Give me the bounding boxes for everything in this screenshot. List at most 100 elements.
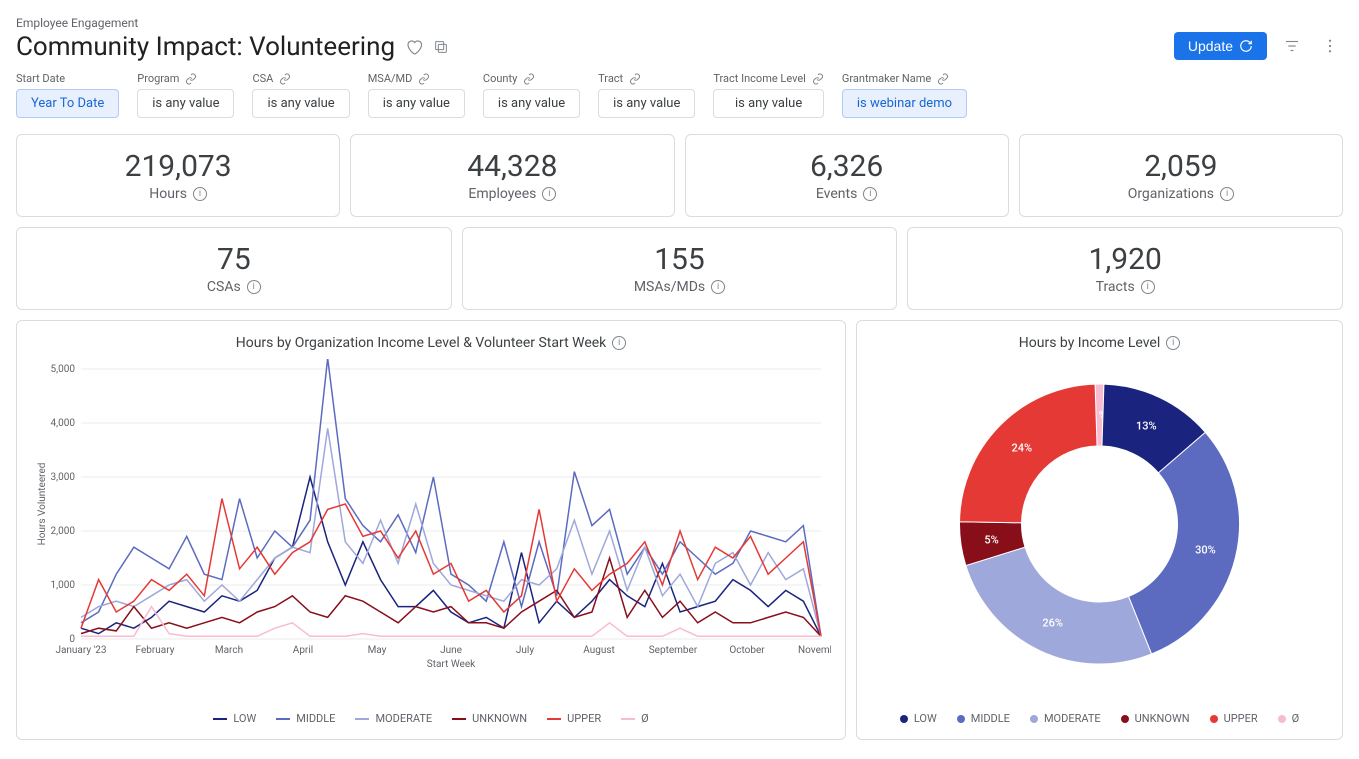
- filter-chip[interactable]: is any value: [137, 89, 234, 118]
- filter-group: Countyis any value: [483, 72, 580, 118]
- kpi-label: Events: [816, 186, 857, 202]
- kpi-card: 219,073 Hoursi: [16, 134, 340, 217]
- kpi-card: 1,920Tractsi: [907, 227, 1343, 310]
- legend-item[interactable]: Ø: [1278, 712, 1300, 725]
- link-icon[interactable]: [523, 73, 535, 85]
- legend-item[interactable]: MODERATE: [355, 712, 432, 725]
- link-icon[interactable]: [418, 73, 430, 85]
- filter-label: Start Date: [16, 72, 65, 85]
- line-chart-title: Hours by Organization Income Level & Vol…: [236, 335, 607, 351]
- filter-group: CSAis any value: [252, 72, 349, 118]
- svg-text:2,000: 2,000: [51, 526, 76, 537]
- page-title: Community Impact: Volunteering: [16, 32, 395, 62]
- kpi-value: 75: [27, 242, 441, 277]
- more-icon[interactable]: [1317, 33, 1343, 59]
- legend-item[interactable]: UPPER: [1210, 712, 1258, 725]
- filter-group: Tract Income Level is any value: [713, 72, 824, 118]
- svg-text:30%: 30%: [1195, 544, 1216, 557]
- copy-icon[interactable]: [433, 39, 449, 55]
- kpi-card: 75CSAsi: [16, 227, 452, 310]
- filter-chip[interactable]: is any value: [252, 89, 349, 118]
- info-icon[interactable]: i: [863, 187, 877, 201]
- svg-text:Hours Volunteered: Hours Volunteered: [37, 463, 48, 546]
- svg-text:13%: 13%: [1136, 420, 1157, 433]
- info-icon[interactable]: i: [1166, 336, 1180, 350]
- svg-text:March: March: [215, 645, 243, 656]
- svg-text:26%: 26%: [1042, 616, 1063, 629]
- svg-text:August: August: [583, 645, 615, 656]
- svg-text:3,000: 3,000: [51, 472, 76, 483]
- kpi-value: 44,328: [361, 149, 663, 184]
- filter-chip[interactable]: is any value: [713, 89, 824, 118]
- info-icon[interactable]: i: [247, 280, 261, 294]
- info-icon[interactable]: i: [1141, 280, 1155, 294]
- svg-text:February: February: [136, 645, 175, 656]
- donut-chart-card: Hours by Income Level i 1%13%30%26%5%24%…: [856, 320, 1343, 740]
- link-icon[interactable]: [812, 73, 824, 85]
- kpi-label: Organizations: [1128, 186, 1214, 202]
- info-icon[interactable]: i: [542, 187, 556, 201]
- filter-group: Start Date Year To Date: [16, 72, 119, 118]
- kpi-label: Employees: [468, 186, 536, 202]
- svg-text:0: 0: [69, 634, 75, 645]
- link-icon[interactable]: [279, 73, 291, 85]
- filter-label: MSA/MD: [368, 72, 413, 85]
- legend-item[interactable]: UPPER: [547, 712, 601, 725]
- kpi-label: Hours: [149, 186, 187, 202]
- kpi-value: 2,059: [1030, 149, 1332, 184]
- svg-text:24%: 24%: [1012, 442, 1033, 455]
- filter-group: MSA/MD is any value: [368, 72, 465, 118]
- link-icon[interactable]: [937, 73, 949, 85]
- svg-text:January '23: January '23: [55, 645, 106, 656]
- legend-item[interactable]: MODERATE: [1030, 712, 1101, 725]
- filter-chip[interactable]: is webinar demo: [842, 89, 967, 118]
- filter-group: Program is any value: [137, 72, 234, 118]
- filter-chip[interactable]: Year To Date: [16, 89, 119, 118]
- kpi-card: 6,326Eventsi: [685, 134, 1009, 217]
- filter-label: Program: [137, 72, 179, 85]
- svg-text:November: November: [798, 645, 831, 656]
- link-icon[interactable]: [185, 73, 197, 85]
- svg-text:June: June: [440, 645, 462, 656]
- kpi-card: 155 MSAs/MDs i: [462, 227, 898, 310]
- filter-label: Grantmaker Name: [842, 72, 931, 85]
- legend-item[interactable]: UNKNOWN: [452, 712, 527, 725]
- filter-label: Tract Income Level: [713, 72, 806, 85]
- svg-text:April: April: [293, 645, 313, 656]
- update-button[interactable]: Update: [1174, 32, 1267, 60]
- link-icon[interactable]: [629, 73, 641, 85]
- kpi-label: MSAs/MDs: [634, 279, 705, 295]
- breadcrumb[interactable]: Employee Engagement: [16, 16, 449, 30]
- svg-text:5%: 5%: [984, 534, 998, 547]
- filter-chip[interactable]: is any value: [483, 89, 580, 118]
- info-icon[interactable]: i: [1220, 187, 1234, 201]
- donut-chart-title: Hours by Income Level: [1019, 335, 1160, 351]
- kpi-value: 219,073: [27, 149, 329, 184]
- svg-text:Start Week: Start Week: [427, 659, 476, 669]
- info-icon[interactable]: i: [612, 336, 626, 350]
- svg-text:September: September: [649, 645, 698, 656]
- legend-item[interactable]: LOW: [213, 712, 256, 725]
- kpi-card: 44,328 Employees i: [350, 134, 674, 217]
- kpi-value: 155: [473, 242, 887, 277]
- kpi-label: Tracts: [1096, 279, 1135, 295]
- kpi-card: 2,059 Organizations i: [1019, 134, 1343, 217]
- heart-icon[interactable]: [405, 38, 423, 56]
- info-icon[interactable]: i: [711, 280, 725, 294]
- legend-item[interactable]: UNKNOWN: [1121, 712, 1190, 725]
- filter-icon[interactable]: [1279, 33, 1305, 59]
- svg-text:May: May: [368, 645, 387, 656]
- filter-group: Grantmaker Name is webinar demo: [842, 72, 967, 118]
- svg-text:1,000: 1,000: [51, 580, 76, 591]
- legend-item[interactable]: MIDDLE: [957, 712, 1010, 725]
- svg-text:July: July: [516, 645, 534, 656]
- filter-chip[interactable]: is any value: [368, 89, 465, 118]
- update-button-label: Update: [1188, 38, 1233, 54]
- legend-item[interactable]: MIDDLE: [276, 712, 335, 725]
- legend-item[interactable]: LOW: [900, 712, 937, 725]
- filter-chip[interactable]: is any value: [598, 89, 695, 118]
- legend-item[interactable]: Ø: [621, 712, 649, 725]
- line-chart-card: Hours by Organization Income Level & Vol…: [16, 320, 846, 740]
- svg-text:5,000: 5,000: [51, 364, 76, 375]
- info-icon[interactable]: i: [193, 187, 207, 201]
